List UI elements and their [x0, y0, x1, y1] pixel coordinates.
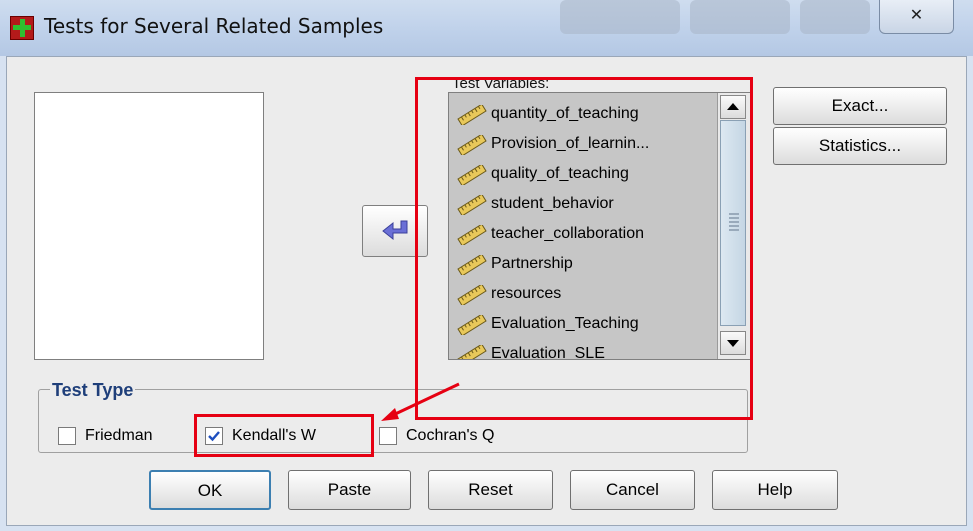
cancel-button[interactable]: Cancel	[570, 470, 695, 510]
move-left-arrow-icon	[382, 220, 408, 241]
title-bar: Tests for Several Related Samples ✕	[0, 0, 973, 56]
reset-button[interactable]: Reset	[428, 470, 553, 510]
close-icon: ✕	[909, 7, 924, 24]
test-type-title: Test Type	[50, 380, 136, 400]
app-icon	[10, 16, 34, 40]
close-button[interactable]: ✕	[879, 0, 954, 34]
friedman-label: Friedman	[85, 427, 153, 444]
highlight-box-kendalls-w	[194, 414, 374, 457]
source-variable-list[interactable]	[34, 92, 264, 360]
highlight-box-test-variables	[415, 77, 753, 420]
annotation-arrow	[381, 382, 460, 421]
statistics-button[interactable]: Statistics...	[773, 127, 947, 165]
cochrans-q-label: Cochran's Q	[406, 427, 495, 444]
background-blur	[690, 0, 790, 34]
background-blur	[560, 0, 680, 34]
checkbox-box[interactable]	[379, 427, 397, 445]
paste-button[interactable]: Paste	[288, 470, 411, 510]
checkbox-box[interactable]	[58, 427, 76, 445]
background-blur	[800, 0, 870, 34]
help-button[interactable]: Help	[712, 470, 838, 510]
window-title: Tests for Several Related Samples	[44, 14, 384, 38]
exact-button[interactable]: Exact...	[773, 87, 947, 125]
ok-button[interactable]: OK	[149, 470, 271, 510]
